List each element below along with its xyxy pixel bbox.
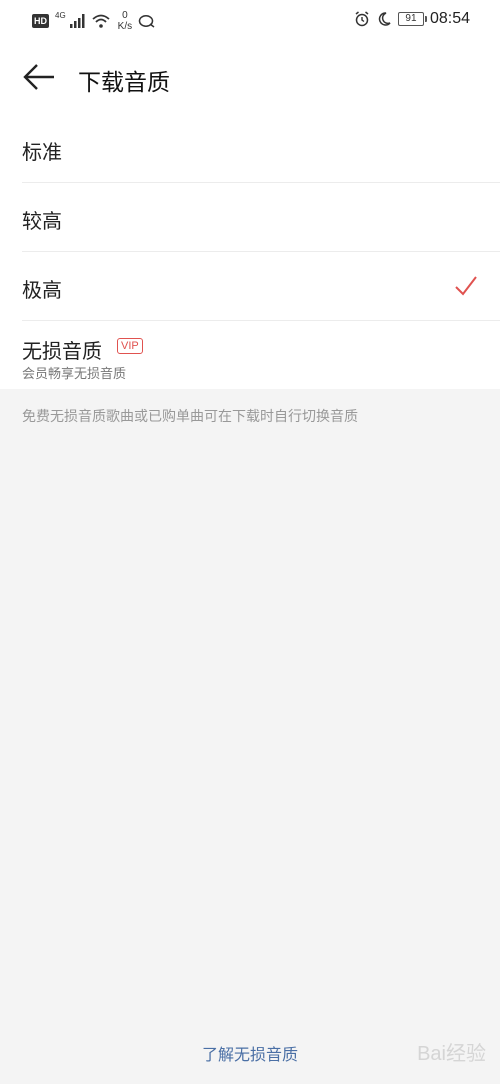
- vip-badge: VIP: [117, 338, 143, 354]
- watermark: Bai经验: [417, 1043, 486, 1065]
- quality-option-label: 无损音质: [22, 339, 102, 363]
- title-bar: 下载音质: [0, 44, 500, 114]
- back-button[interactable]: [22, 62, 56, 92]
- quality-option-label: 标准: [22, 140, 62, 164]
- network-speed: 0 K/s: [118, 10, 132, 32]
- status-right: 91 08:54: [354, 10, 470, 28]
- quality-option-lossless[interactable]: 无损音质 VIP 会员畅享无损音质: [0, 321, 500, 389]
- quality-option-high[interactable]: 较高: [0, 183, 500, 252]
- clock: 08:54: [429, 10, 470, 27]
- battery-indicator: 91: [397, 12, 427, 26]
- network-type: 4G: [55, 11, 66, 20]
- checkmark-icon: [455, 276, 477, 296]
- quality-option-label: 较高: [22, 209, 62, 233]
- signal-icon: [69, 14, 85, 28]
- speed-value: 0: [122, 10, 128, 21]
- hd-badge: HD: [32, 14, 49, 28]
- quality-option-sublabel: 会员畅享无损音质: [22, 367, 127, 382]
- speed-unit: K/s: [117, 21, 133, 32]
- status-bar: HD 4G 0 K/s 91 08:54: [0, 0, 500, 44]
- wifi-icon: [92, 14, 110, 28]
- quality-note: 免费无损音质歌曲或已购单曲可在下载时自行切换音质: [22, 409, 358, 425]
- arrow-left-icon: [23, 64, 54, 90]
- quality-option-list: 标准 较高 极高 无损音质 VIP 会员畅享无损音质: [0, 114, 500, 389]
- quality-option-standard[interactable]: 标准: [0, 114, 500, 183]
- quality-option-label: 极高: [22, 278, 62, 302]
- quality-option-very-high[interactable]: 极高: [0, 252, 500, 321]
- status-left: HD 4G 0 K/s: [32, 10, 156, 32]
- page-title: 下载音质: [78, 70, 170, 96]
- alarm-icon: [355, 11, 369, 27]
- chat-notification-icon: [138, 15, 155, 28]
- moon-icon: [378, 12, 391, 26]
